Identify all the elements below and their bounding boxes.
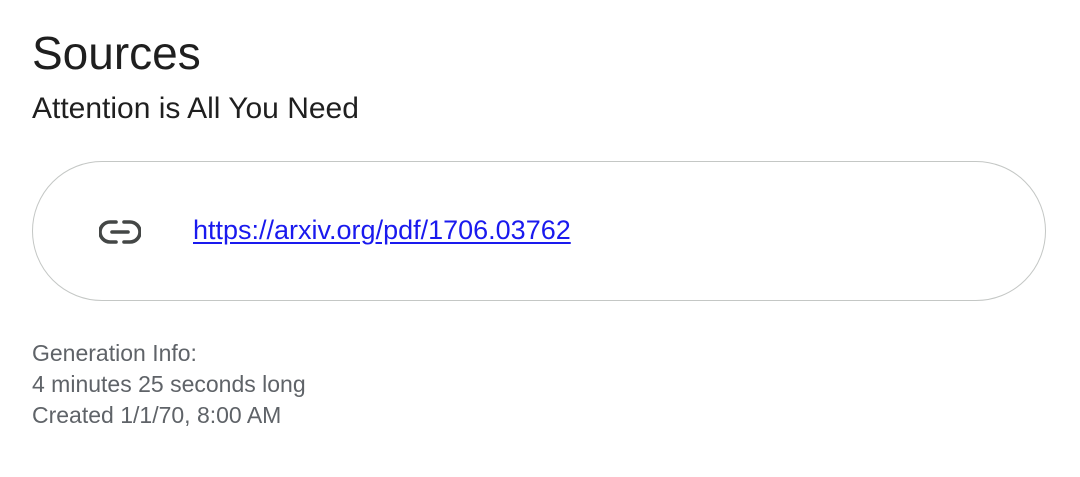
source-url-link[interactable]: https://arxiv.org/pdf/1706.03762	[193, 212, 571, 248]
generation-info: Generation Info: 4 minutes 25 seconds lo…	[32, 338, 306, 431]
source-card: https://arxiv.org/pdf/1706.03762	[32, 161, 1046, 301]
generation-created-date: Created 1/1/70, 8:00 AM	[32, 402, 282, 428]
generation-duration: 4 minutes 25 seconds long	[32, 371, 306, 397]
source-title: Attention is All You Need	[32, 92, 359, 125]
page-title: Sources	[32, 27, 201, 79]
link-icon	[99, 218, 141, 246]
generation-info-heading: Generation Info:	[32, 340, 197, 366]
